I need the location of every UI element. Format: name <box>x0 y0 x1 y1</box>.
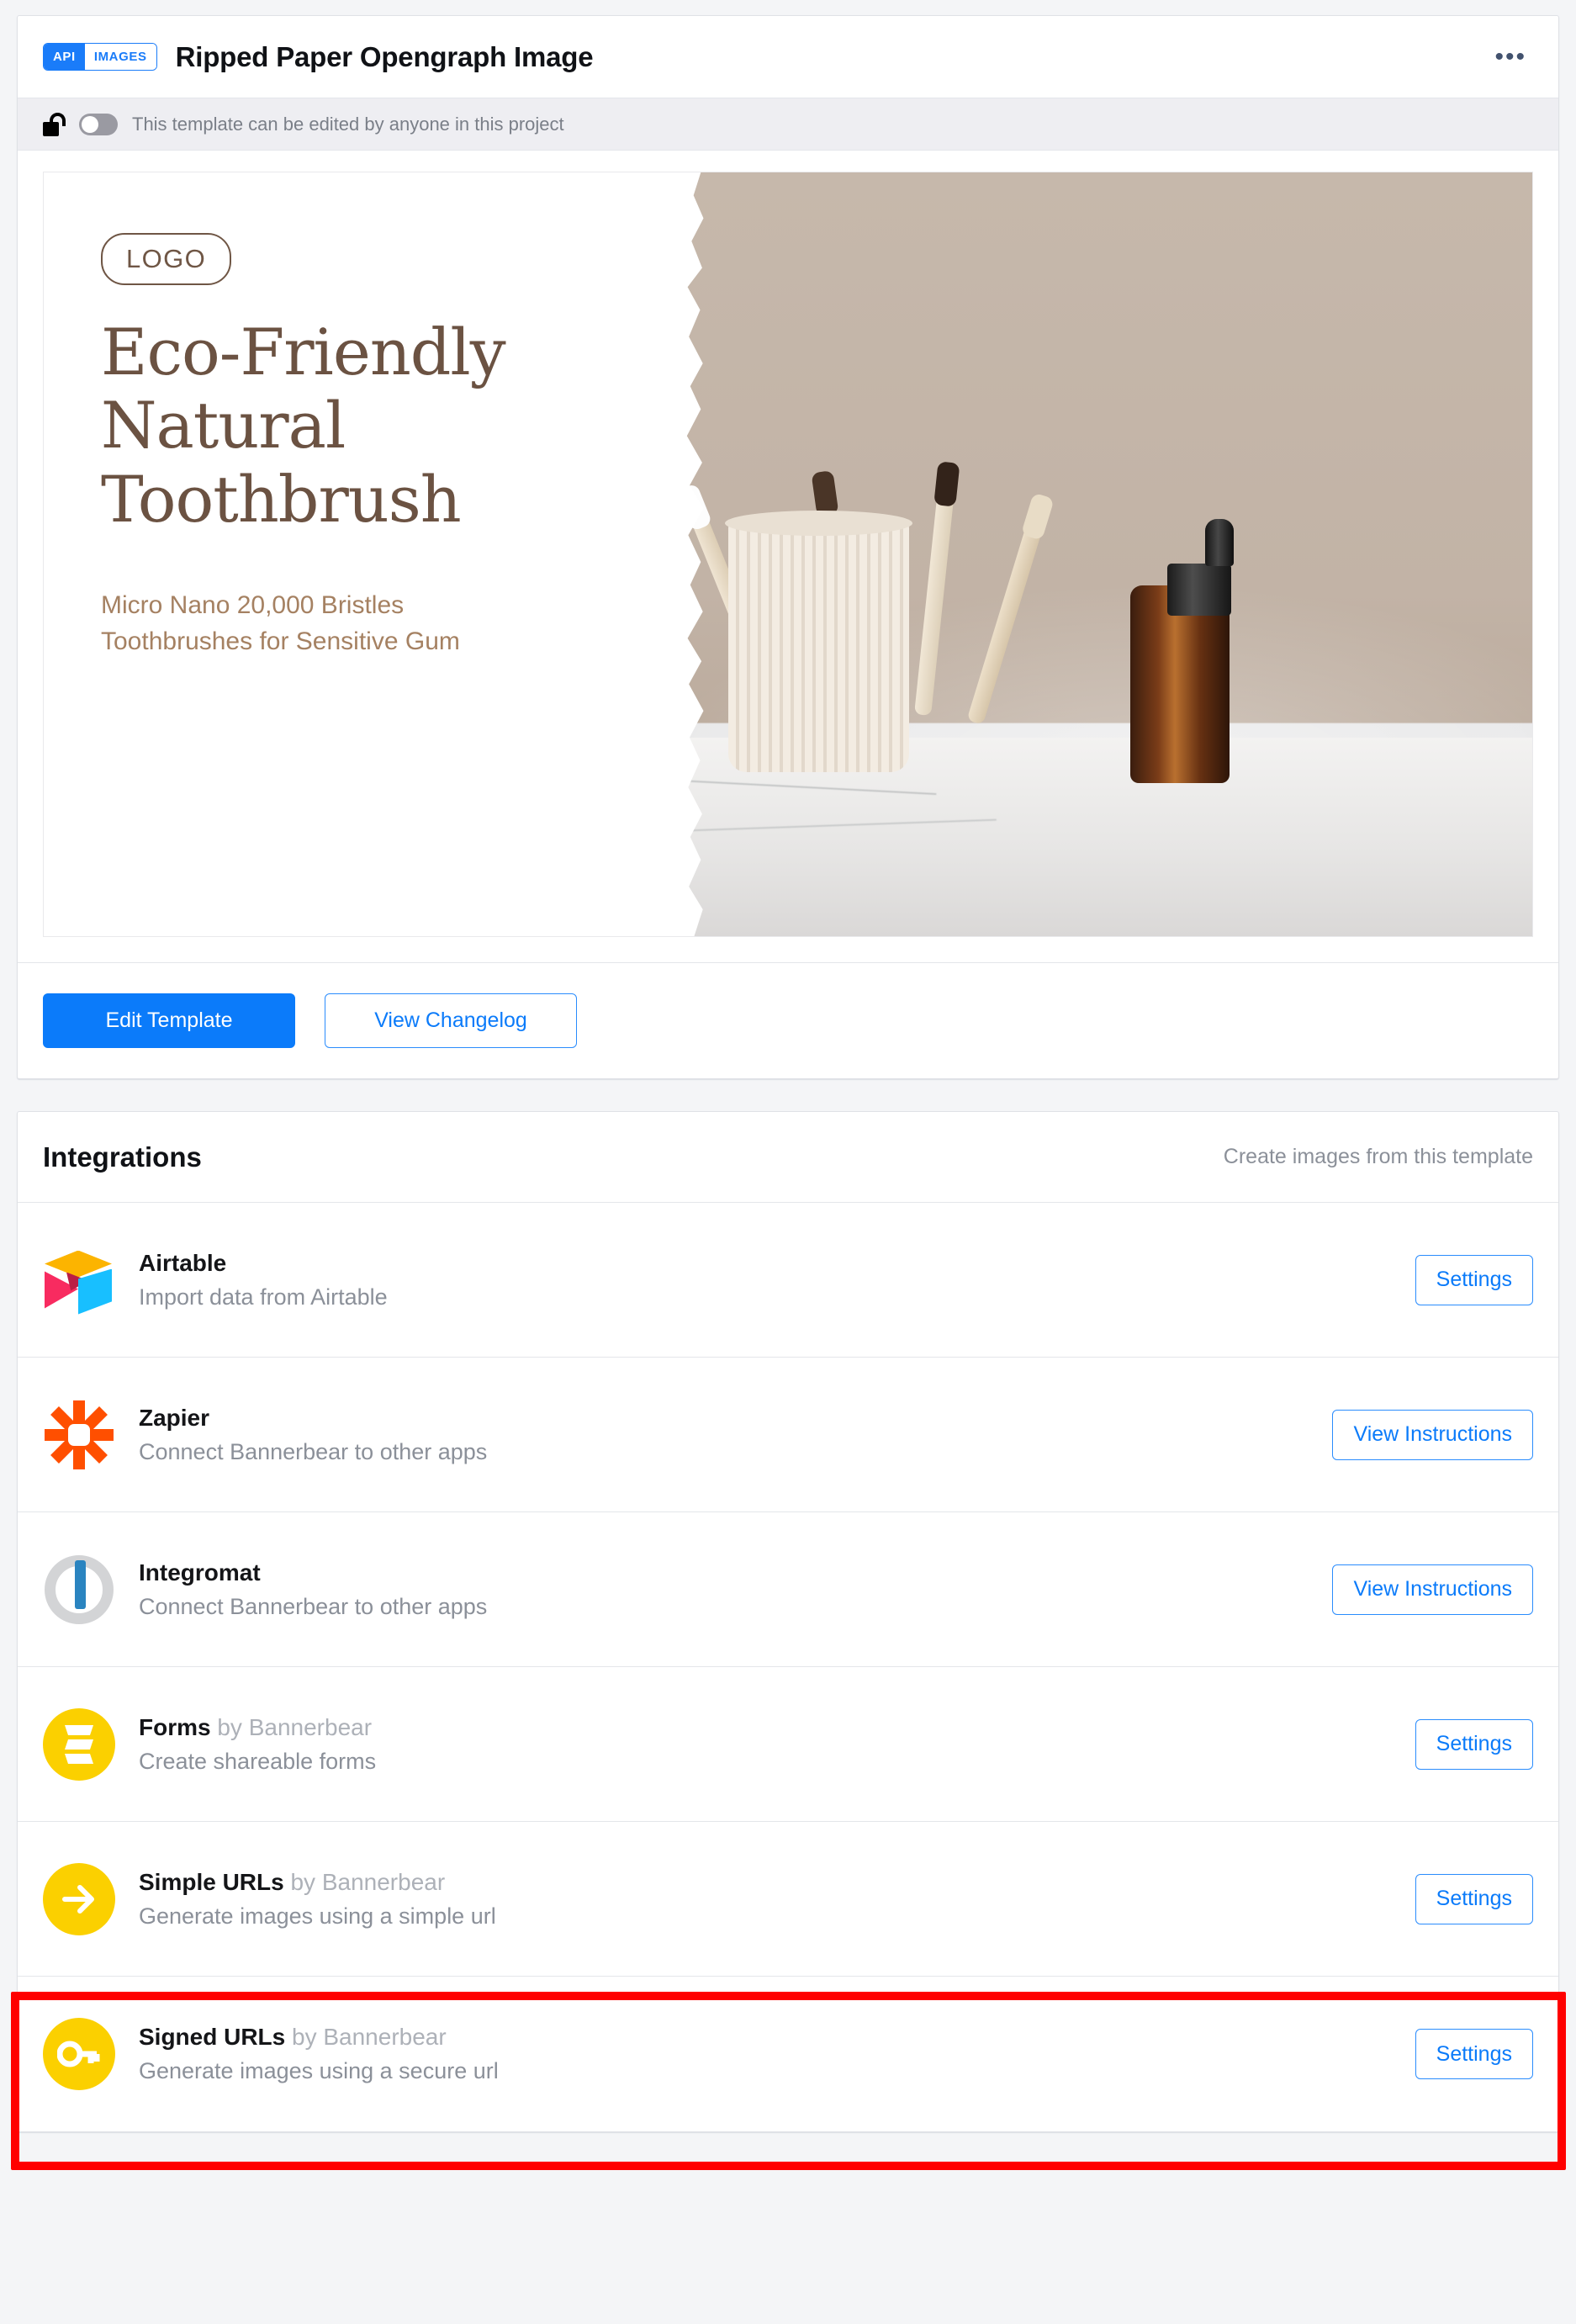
zapier-icon <box>43 1399 115 1471</box>
integration-name-text: Forms <box>139 1713 211 1740</box>
integration-action-button[interactable]: Settings <box>1415 1718 1533 1770</box>
integration-meta: Simple URLs by Bannerbear Generate image… <box>139 1869 1392 1930</box>
integration-name-text: Integromat <box>139 1559 261 1586</box>
template-permission-bar: This template can be edited by anyone in… <box>18 98 1558 151</box>
arrow-right-icon <box>43 1862 115 1935</box>
integration-by: by Bannerbear <box>283 1868 446 1895</box>
integration-by: by Bannerbear <box>285 2024 447 2050</box>
unlock-icon <box>43 112 66 136</box>
integration-description: Create shareable forms <box>139 1748 377 1774</box>
integration-action-button[interactable]: Settings <box>1415 1873 1533 1924</box>
integration-row-airtable[interactable]: Airtable Import data from Airtable Setti… <box>18 1203 1558 1358</box>
badge-images-label: IMAGES <box>84 44 156 70</box>
integration-name-text: Zapier <box>139 1404 210 1431</box>
template-preview-image[interactable]: LOGO Eco-Friendly Natural Toothbrush Mic… <box>43 172 1533 937</box>
integration-description: Import data from Airtable <box>139 1284 388 1310</box>
integration-description: Connect Bannerbear to other apps <box>139 1438 488 1464</box>
badge-api-label: API <box>44 44 85 70</box>
integration-description: Generate images using a secure url <box>139 2058 499 2083</box>
api-images-badge: API IMAGES <box>43 43 157 71</box>
integrations-title: Integrations <box>43 1141 202 1173</box>
more-options-icon[interactable]: ••• <box>1488 44 1533 69</box>
integration-row-simple-urls[interactable]: Simple URLs by Bannerbear Generate image… <box>18 1822 1558 1977</box>
page-title: Ripped Paper Opengraph Image <box>175 40 594 72</box>
logo-placeholder: LOGO <box>101 233 232 285</box>
integration-name-text: Airtable <box>139 1249 227 1276</box>
integration-action-button[interactable]: View Instructions <box>1332 1409 1533 1460</box>
integration-name: Simple URLs by Bannerbear <box>139 1869 1392 1896</box>
integration-name: Signed URLs by Bannerbear <box>139 2024 1392 2051</box>
integration-description: Generate images using a simple url <box>139 1903 496 1929</box>
forms-icon <box>43 1707 115 1781</box>
view-changelog-button[interactable]: View Changelog <box>325 993 577 1048</box>
dropper-cap <box>1204 518 1234 566</box>
integration-name: Forms by Bannerbear <box>139 1714 1392 1741</box>
permission-label: This template can be edited by anyone in… <box>132 113 564 135</box>
template-header: API IMAGES Ripped Paper Opengraph Image … <box>18 16 1558 98</box>
integration-action-button[interactable]: View Instructions <box>1332 1564 1533 1615</box>
template-preview-area: LOGO Eco-Friendly Natural Toothbrush Mic… <box>18 151 1558 963</box>
integration-meta: Airtable Import data from Airtable <box>139 1250 1392 1310</box>
integration-row-signed-urls[interactable]: Signed URLs by Bannerbear Generate image… <box>18 1977 1558 2131</box>
integration-action-button[interactable]: Settings <box>1415 2029 1533 2079</box>
edit-permission-toggle[interactable] <box>79 113 118 135</box>
ribbed-cup <box>725 510 913 772</box>
integration-meta: Integromat Connect Bannerbear to other a… <box>139 1559 1309 1620</box>
toothbrush-charcoal <box>914 460 960 716</box>
integrations-subtitle: Create images from this template <box>1223 1145 1533 1168</box>
page-root: API IMAGES Ripped Paper Opengraph Image … <box>0 0 1576 2324</box>
edit-template-button[interactable]: Edit Template <box>43 993 295 1048</box>
template-actions: Edit Template View Changelog <box>18 963 1558 1078</box>
integration-row-integromat[interactable]: Integromat Connect Bannerbear to other a… <box>18 1512 1558 1667</box>
integration-by: by Bannerbear <box>210 1713 373 1740</box>
integration-meta: Zapier Connect Bannerbear to other apps <box>139 1405 1309 1465</box>
integration-meta: Signed URLs by Bannerbear Generate image… <box>139 2024 1392 2084</box>
integromat-icon <box>43 1554 115 1626</box>
key-icon <box>43 2018 115 2090</box>
integration-description: Connect Bannerbear to other apps <box>139 1593 488 1619</box>
toothbrush-bamboo <box>966 492 1055 725</box>
integration-name: Integromat <box>139 1559 1309 1586</box>
banner-subtext: Micro Nano 20,000 Bristles Toothbrushes … <box>101 591 460 656</box>
integration-name: Airtable <box>139 1250 1392 1277</box>
integrations-header: Integrations Create images from this tem… <box>18 1112 1558 1203</box>
amber-dropper-bottle <box>1130 585 1230 784</box>
integration-name: Zapier <box>139 1405 1309 1432</box>
dropper-collar <box>1167 563 1232 616</box>
integration-meta: Forms by Bannerbear Create shareable for… <box>139 1714 1392 1775</box>
template-card: API IMAGES Ripped Paper Opengraph Image … <box>17 15 1559 1079</box>
integration-row-forms[interactable]: Forms by Bannerbear Create shareable for… <box>18 1667 1558 1822</box>
integration-action-button[interactable]: Settings <box>1415 1254 1533 1305</box>
integration-row-zapier[interactable]: Zapier Connect Bannerbear to other apps … <box>18 1358 1558 1512</box>
integration-name-text: Signed URLs <box>139 2024 286 2050</box>
banner-headline: Eco-Friendly Natural Toothbrush <box>101 315 506 537</box>
integrations-card: Integrations Create images from this tem… <box>17 1111 1559 2132</box>
ripped-paper-panel: LOGO Eco-Friendly Natural Toothbrush Mic… <box>44 172 704 936</box>
airtable-icon <box>43 1244 115 1316</box>
integration-name-text: Simple URLs <box>139 1868 284 1895</box>
